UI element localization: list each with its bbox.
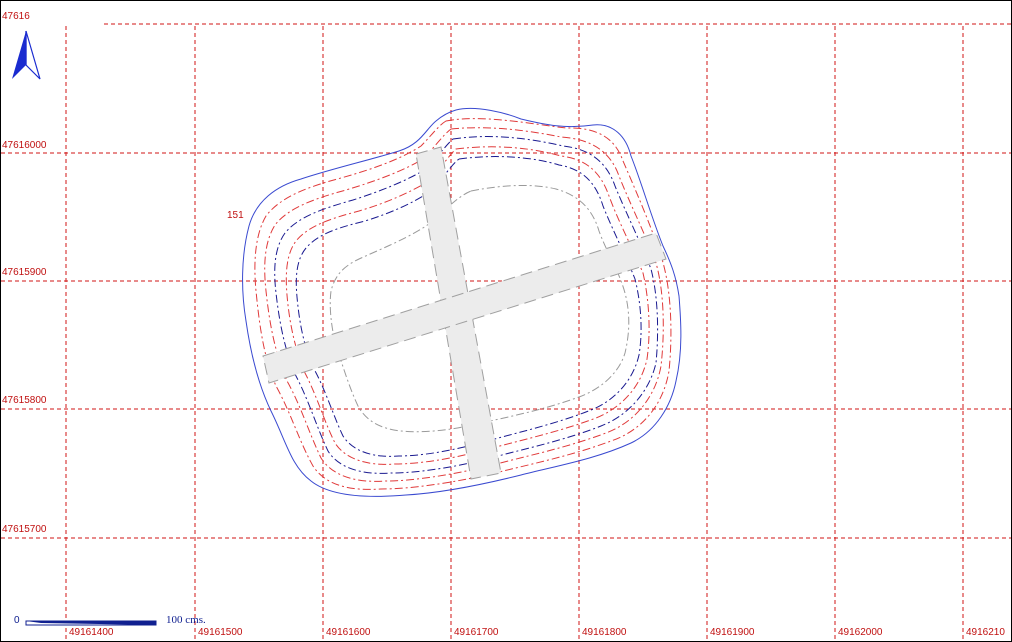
- x-label: 49161900: [710, 627, 755, 638]
- x-label: 49162000: [838, 627, 883, 638]
- y-label: 47615900: [2, 267, 47, 278]
- y-label: 47615700: [2, 524, 47, 535]
- x-label: 49161400: [69, 627, 114, 638]
- x-label: 49161800: [582, 627, 627, 638]
- x-label: 49161500: [198, 627, 243, 638]
- elevation-label: 151: [227, 210, 244, 221]
- y-label: 47616: [2, 11, 30, 22]
- map-canvas[interactable]: 47616 47616000 47615900 47615800 4761570…: [0, 0, 1012, 642]
- y-label: 47616000: [2, 140, 47, 151]
- north-arrow-icon: [11, 29, 41, 81]
- scale-zero-label: 0: [14, 615, 20, 626]
- map-drawing: [1, 23, 1011, 641]
- grid: [1, 23, 1011, 641]
- x-label: 4916210: [966, 627, 1005, 638]
- x-label: 49161700: [454, 627, 499, 638]
- y-label: 47615800: [2, 395, 47, 406]
- scale-bar[interactable]: [25, 620, 157, 626]
- x-label: 49161600: [326, 627, 371, 638]
- scale-label: 100 cms.: [166, 614, 206, 626]
